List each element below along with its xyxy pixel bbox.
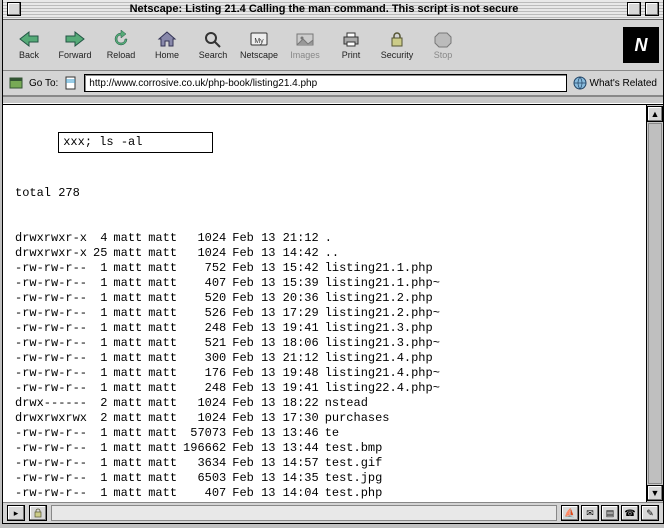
table-row: -rw-rw-r--1mattmatt521Feb 13 18:06listin…	[15, 336, 446, 351]
ls-output: drwxrwxr-x4mattmatt1024Feb 13 21:12.drwx…	[15, 231, 446, 502]
bookmarks-icon[interactable]	[9, 76, 23, 90]
back-button[interactable]: Back	[7, 28, 51, 62]
page-body: xxx; ls -al total 278 drwxrwxr-x4mattmat…	[3, 105, 647, 502]
netscape-logo[interactable]: N	[623, 27, 659, 63]
browser-window: Netscape: Listing 21.4 Calling the man c…	[2, 0, 664, 524]
table-row: drwxrwxr-x4mattmatt1024Feb 13 21:12.	[15, 231, 446, 246]
images-icon	[294, 30, 316, 48]
tray-news-icon[interactable]: ▤	[601, 505, 619, 521]
table-row: -rw-rw-r--1mattmatt300Feb 13 21:12listin…	[15, 351, 446, 366]
print-icon	[340, 30, 362, 48]
table-row: -rw-rw-r--1mattmatt526Feb 13 17:29listin…	[15, 306, 446, 321]
table-row: -rw-rw-r--1mattmatt3634Feb 13 14:57test.…	[15, 456, 446, 471]
search-button[interactable]: Search	[191, 28, 235, 62]
table-row: -rw-rw-r--1mattmatt752Feb 13 15:42listin…	[15, 261, 446, 276]
content-area: xxx; ls -al total 278 drwxrwxr-x4mattmat…	[3, 104, 663, 502]
tray-addressbook-icon[interactable]: ☎	[621, 505, 639, 521]
images-button[interactable]: Images	[283, 28, 327, 62]
scroll-up-button[interactable]: ▲	[647, 106, 663, 122]
zoom-box[interactable]	[627, 2, 641, 16]
tray-navigator-icon[interactable]: ⛵	[561, 505, 579, 521]
security-button[interactable]: Security	[375, 28, 419, 62]
table-row: drwxrwxrwx2mattmatt1024Feb 13 17:30purch…	[15, 411, 446, 426]
related-icon	[573, 76, 587, 90]
scroll-down-button[interactable]: ▼	[647, 485, 663, 501]
vertical-scrollbar[interactable]: ▲ ▼	[646, 105, 663, 502]
goto-label: Go To:	[29, 78, 58, 89]
reload-button[interactable]: Reload	[99, 28, 143, 62]
back-icon	[18, 30, 40, 48]
scroll-track[interactable]	[648, 123, 662, 484]
tray-composer-icon[interactable]: ✎	[641, 505, 659, 521]
table-row: -rw-rw-r--1mattmatt6503Feb 13 14:35test.…	[15, 471, 446, 486]
tray-mail-icon[interactable]: ✉	[581, 505, 599, 521]
reload-icon	[110, 30, 132, 48]
table-row: drwx------2mattmatt1024Feb 13 18:22nstea…	[15, 396, 446, 411]
table-row: -rw-rw-r--1mattmatt248Feb 13 19:41listin…	[15, 321, 446, 336]
table-row: -rw-rw-r--1mattmatt40Feb 13 13:13test.ph…	[15, 501, 446, 502]
status-text	[51, 505, 557, 521]
table-row: -rw-rw-r--1mattmatt176Feb 13 19:48listin…	[15, 366, 446, 381]
whats-related-button[interactable]: What's Related	[573, 76, 658, 90]
security-status-icon[interactable]	[29, 505, 47, 521]
status-bar: ▸ ⛵ ✉ ▤ ☎ ✎	[3, 502, 663, 523]
url-input[interactable]	[84, 74, 566, 92]
lock-icon	[386, 30, 408, 48]
forward-icon	[64, 30, 86, 48]
svg-text:My: My	[254, 38, 264, 45]
component-bar-toggle[interactable]: ▸	[7, 505, 25, 521]
netscape-button[interactable]: My Netscape	[237, 28, 281, 62]
command-box[interactable]: xxx; ls -al	[58, 132, 213, 153]
table-row: -rw-rw-r--1mattmatt248Feb 13 19:41listin…	[15, 381, 446, 396]
netscape-icon: My	[248, 30, 270, 48]
table-row: -rw-rw-r--1mattmatt520Feb 13 20:36listin…	[15, 291, 446, 306]
location-bar: Go To: What's Related	[3, 71, 663, 96]
titlebar: Netscape: Listing 21.4 Calling the man c…	[3, 0, 663, 20]
table-row: -rw-rw-r--1mattmatt407Feb 13 14:04test.p…	[15, 486, 446, 501]
table-row: drwxrwxr-x25mattmatt1024Feb 13 14:42..	[15, 246, 446, 261]
forward-button[interactable]: Forward	[53, 28, 97, 62]
close-box[interactable]	[7, 2, 21, 16]
page-proxy-icon[interactable]	[64, 76, 78, 90]
search-icon	[202, 30, 224, 48]
print-button[interactable]: Print	[329, 28, 373, 62]
window-title: Netscape: Listing 21.4 Calling the man c…	[25, 3, 623, 15]
stop-button[interactable]: Stop	[421, 28, 465, 62]
table-row: -rw-rw-r--1mattmatt57073Feb 13 13:46te	[15, 426, 446, 441]
ls-total: total 278	[15, 186, 641, 201]
toolbar: Back Forward Reload Home Search My Netsc…	[3, 20, 663, 71]
toolbar-divider	[3, 96, 663, 104]
table-row: -rw-rw-r--1mattmatt407Feb 13 15:39listin…	[15, 276, 446, 291]
home-button[interactable]: Home	[145, 28, 189, 62]
component-tray: ⛵ ✉ ▤ ☎ ✎	[561, 505, 659, 521]
table-row: -rw-rw-r--1mattmatt196662Feb 13 13:44tes…	[15, 441, 446, 456]
home-icon	[156, 30, 178, 48]
stop-icon	[432, 30, 454, 48]
collapse-box[interactable]	[645, 2, 659, 16]
